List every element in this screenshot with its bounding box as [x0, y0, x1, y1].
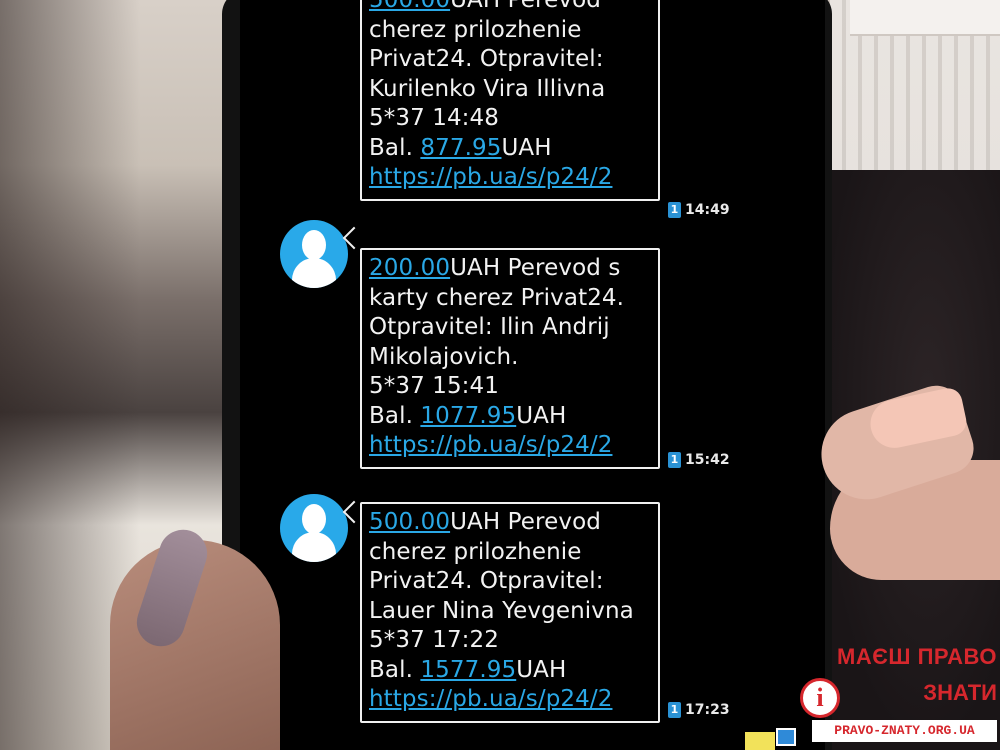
- status-strip: [745, 732, 775, 750]
- message-bubble[interactable]: 500.00UAH Perevod cherez prilozhenie Pri…: [360, 0, 660, 201]
- watermark-url: PRAVO-ZNATY.ORG.UA: [812, 720, 997, 742]
- message-time: 17:23: [685, 702, 730, 718]
- message-line: cherez prilozhenie: [369, 16, 582, 43]
- message-line: Privat24. Otpravitel:: [369, 46, 604, 72]
- message-line: https://pb.ua/s/p24/2: [369, 431, 652, 461]
- sms-message-2[interactable]: 200.00UAH Perevod s karty cherez Privat2…: [280, 216, 750, 469]
- message-line: Privat24. Otpravitel:: [369, 568, 604, 594]
- message-meta: 1 17:23: [668, 702, 730, 718]
- message-meta: 1 15:42: [668, 452, 730, 468]
- contact-avatar-icon[interactable]: [280, 220, 348, 288]
- sim-icon: 1: [668, 702, 681, 718]
- status-chip: [776, 728, 796, 746]
- watermark-title-line2: ЗНАТИ: [923, 680, 997, 705]
- message-bubble[interactable]: 500.00UAH Perevod cherez prilozhenie Pri…: [360, 502, 660, 723]
- message-line: 200.00UAH Perevod s: [369, 255, 621, 281]
- sim-icon: 1: [668, 452, 681, 468]
- balance-link[interactable]: 1077.95: [420, 403, 516, 429]
- message-line: https://pb.ua/s/p24/2: [369, 163, 652, 193]
- amount-link[interactable]: 200.00: [369, 255, 450, 281]
- message-line: Bal. 877.95UAH: [369, 134, 552, 161]
- message-line: cherez prilozhenie: [369, 538, 582, 565]
- sms-message-3[interactable]: 500.00UAH Perevod cherez prilozhenie Pri…: [280, 490, 750, 730]
- message-line: 5*37 14:48: [369, 105, 499, 131]
- watermark: МАЄШ ПРАВО i ЗНАТИ PRAVO-ZNATY.ORG.UA: [800, 640, 1000, 750]
- amount-link[interactable]: 500.00: [369, 0, 450, 13]
- message-line: Bal. 1577.95UAH: [369, 656, 567, 683]
- amount-link[interactable]: 500.00: [369, 509, 450, 535]
- watermark-title-line1: МАЄШ ПРАВО: [837, 644, 997, 669]
- message-line: 5*37 17:22: [369, 627, 499, 653]
- url-link[interactable]: https://pb.ua/s/p24/2: [369, 686, 612, 712]
- message-time: 15:42: [685, 452, 730, 468]
- message-line: https://pb.ua/s/p24/2: [369, 685, 652, 715]
- url-link[interactable]: https://pb.ua/s/p24/2: [369, 432, 612, 458]
- message-line: 5*37 15:41: [369, 373, 499, 399]
- url-link[interactable]: https://pb.ua/s/p24/2: [369, 164, 612, 190]
- message-line: Mikolajovich.: [369, 343, 519, 370]
- message-line: Otpravitel: Ilin Andrij: [369, 314, 610, 340]
- info-icon: i: [800, 678, 840, 718]
- message-line: 500.00UAH Perevod: [369, 509, 601, 535]
- sms-message-1[interactable]: 500.00UAH Perevod cherez prilozhenie Pri…: [280, 0, 750, 220]
- message-line: Bal. 1077.95UAH: [369, 402, 567, 429]
- message-line: Lauer Nina Yevgenivna: [369, 597, 634, 624]
- message-line: Kurilenko Vira Illivna: [369, 75, 606, 102]
- balance-link[interactable]: 1577.95: [420, 657, 516, 683]
- message-bubble[interactable]: 200.00UAH Perevod s karty cherez Privat2…: [360, 248, 660, 469]
- balance-link[interactable]: 877.95: [420, 135, 501, 161]
- radiator-top: [850, 0, 1000, 36]
- message-line: karty cherez Privat24.: [369, 284, 625, 311]
- contact-avatar-icon[interactable]: [280, 494, 348, 562]
- message-line: 500.00UAH Perevod: [369, 0, 652, 16]
